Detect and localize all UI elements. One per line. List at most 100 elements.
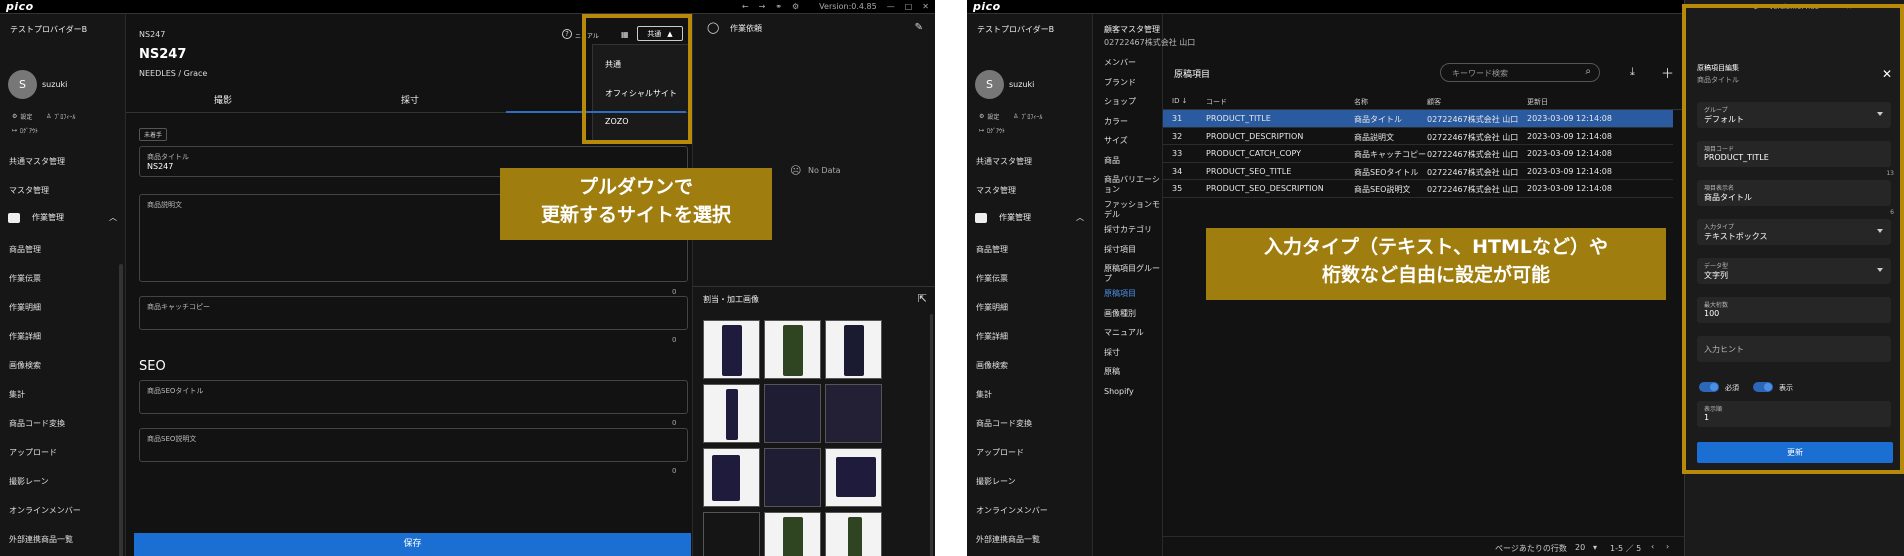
col-customer[interactable]: 顧客 [1427,97,1441,107]
close-window-icon[interactable]: ✕ [1846,3,1852,11]
tab-photo[interactable]: 撮影 [214,93,232,106]
display-order-field[interactable]: 表示順 1 [1697,401,1891,427]
settings-icon[interactable]: ⚙ [792,2,799,11]
back-icon[interactable]: ← [1705,3,1711,11]
data-type-select[interactable]: データ型 文字列 [1697,258,1891,284]
col-id[interactable]: ID ↓ [1172,97,1188,105]
avatar[interactable]: S [8,70,37,99]
sidebar-scrollbar[interactable] [119,264,123,556]
col-code[interactable]: コード [1206,97,1227,107]
master-nav-item[interactable]: Shopify [1104,387,1164,397]
table-row[interactable]: 34 PRODUCT_SEO_TITLE 商品SEOタイトル 02722467株式会社… [1163,163,1673,181]
master-nav-item[interactable]: 画像種別 [1104,309,1164,319]
minimize-icon[interactable]: — [1829,3,1836,11]
col-updated[interactable]: 更新日 [1527,97,1548,107]
required-toggle[interactable] [1699,382,1719,392]
sidebar-item-code-convert[interactable]: 商品コード変換 [9,418,65,429]
chevron-up-icon[interactable]: ︿ [109,212,117,223]
max-length-field[interactable]: 最大桁数 100 [1697,297,1891,323]
seo-title-field[interactable]: 商品SEOタイトル [139,380,688,414]
add-icon[interactable]: ＋ [1661,63,1674,82]
sidebar-item-product[interactable]: 商品管理 [9,244,41,255]
side-scrollbar[interactable] [930,314,933,556]
sidebar-item-slip[interactable]: 作業伝票 [9,273,41,284]
master-nav-item[interactable]: 原稿 [1104,367,1164,377]
link-icon[interactable]: ⚭ [775,2,782,11]
sidebar-item-work-detail[interactable]: 作業詳細 [976,331,1008,342]
thumb-5[interactable] [764,384,821,443]
sidebar-item-online[interactable]: オンラインメンバー [976,505,1048,516]
table-row[interactable]: 31 PRODUCT_TITLE 商品タイトル 02722467株式会社 山口 2023… [1163,110,1673,128]
minimize-icon[interactable]: — [887,2,895,11]
master-nav-item[interactable]: マニュアル [1104,328,1164,338]
master-nav-item[interactable]: カラー [1104,117,1164,127]
save-button[interactable]: 保存 [134,533,691,556]
forward-icon[interactable]: → [1721,3,1727,11]
seo-description-field[interactable]: 商品SEO説明文 [139,428,688,462]
sidebar-item-upload[interactable]: アップロード [976,447,1024,458]
sidebar-item-aggregate[interactable]: 集計 [976,389,992,400]
input-hint-field[interactable]: 入力ヒント [1697,336,1891,362]
tab-measure[interactable]: 採寸 [401,93,419,106]
back-icon[interactable]: ← [742,2,749,11]
sidebar-item-lane[interactable]: 撮影レーン [976,476,1016,487]
caret-down-icon[interactable]: ▾ [1593,543,1597,552]
master-nav-item[interactable]: 原稿項目グループ [1104,264,1164,284]
close-icon[interactable]: ✕ [1882,67,1892,81]
master-nav-item[interactable]: 原稿項目 [1104,289,1164,299]
dropdown-option-official[interactable]: オフィシャルサイト [605,88,677,99]
sidebar-item-aggregate[interactable]: 集計 [9,389,25,400]
thumb-4[interactable] [703,384,760,443]
thumb-12[interactable] [825,512,882,556]
sidebar-item-external[interactable]: 外部連携商品一覧 [976,534,1040,545]
sidebar-item-common-master[interactable]: 共通マスタ管理 [9,156,65,167]
sidebar-item-master[interactable]: マスタ管理 [976,185,1016,196]
rows-per-page-select[interactable]: 20 [1575,543,1585,552]
sidebar-section-work[interactable]: 作業管理 ︿ [8,212,117,223]
logout-link[interactable]: ↦ ﾛｸﾞｱｳﾄ [979,126,1005,135]
input-type-select[interactable]: 入力タイプ テキストボックス [1697,219,1891,245]
sidebar-item-slip[interactable]: 作業伝票 [976,273,1008,284]
logout-link[interactable]: ↦ ﾛｸﾞｱｳﾄ [12,126,38,135]
thumb-1[interactable] [703,320,760,379]
sidebar-item-lane[interactable]: 撮影レーン [9,476,49,487]
search-icon[interactable]: ⌕ [1585,66,1591,77]
master-nav-item[interactable]: ショップ [1104,97,1164,107]
thumb-10[interactable] [703,512,760,556]
master-nav-item[interactable]: サイズ [1104,136,1164,146]
col-name[interactable]: 名称 [1354,97,1368,107]
master-nav-item[interactable]: 商品バリエーション [1104,175,1164,195]
profile-link[interactable]: ♙ ﾌﾟﾛﾌｨｰﾙ [1013,112,1042,121]
help-icon[interactable]: ? [562,29,572,39]
thumb-8[interactable] [764,448,821,507]
profile-link[interactable]: ♙ ﾌﾟﾛﾌｨｰﾙ [46,112,75,121]
master-nav-item[interactable]: ファッションモデル [1104,200,1164,220]
table-row[interactable]: 33 PRODUCT_CATCH_COPY 商品キャッチコピー 02722467株式会… [1163,145,1673,163]
site-dropdown[interactable]: 共通 ▲ [637,26,683,41]
master-nav-item[interactable]: メンバー [1104,58,1164,68]
sidebar-item-online[interactable]: オンラインメンバー [9,505,81,516]
book-icon[interactable]: ▦ [621,30,629,39]
settings-link[interactable]: ⚙ 設定 [979,112,999,121]
group-select[interactable]: グループ デフォルト [1697,102,1891,128]
sidebar-item-master[interactable]: マスタ管理 [9,185,49,196]
manual-label[interactable]: ニュアル [575,31,599,40]
thumb-3[interactable] [825,320,882,379]
update-button[interactable]: 更新 [1697,442,1893,463]
forward-icon[interactable]: → [759,2,766,11]
item-name-field[interactable]: 項目表示名 商品タイトル [1697,180,1891,206]
prev-page-icon[interactable]: ‹ [1651,542,1654,551]
thumb-11[interactable] [764,512,821,556]
dropdown-option-common[interactable]: 共通 [605,59,621,70]
thumb-2[interactable] [764,320,821,379]
edit-pencil-icon[interactable]: ✎ [915,22,923,33]
sidebar-item-common-master[interactable]: 共通マスタ管理 [976,156,1032,167]
next-page-icon[interactable]: › [1666,542,1669,551]
item-code-field[interactable]: 項目コード PRODUCT_TITLE [1697,141,1891,167]
sidebar-item-detail[interactable]: 作業明細 [976,302,1008,313]
close-icon[interactable]: ✕ [922,2,929,11]
sidebar-item-detail[interactable]: 作業明細 [9,302,41,313]
avatar[interactable]: S [975,70,1004,99]
search-input[interactable]: キーワード検索 ⌕ [1440,63,1600,82]
sidebar-item-work-detail[interactable]: 作業詳細 [9,331,41,342]
